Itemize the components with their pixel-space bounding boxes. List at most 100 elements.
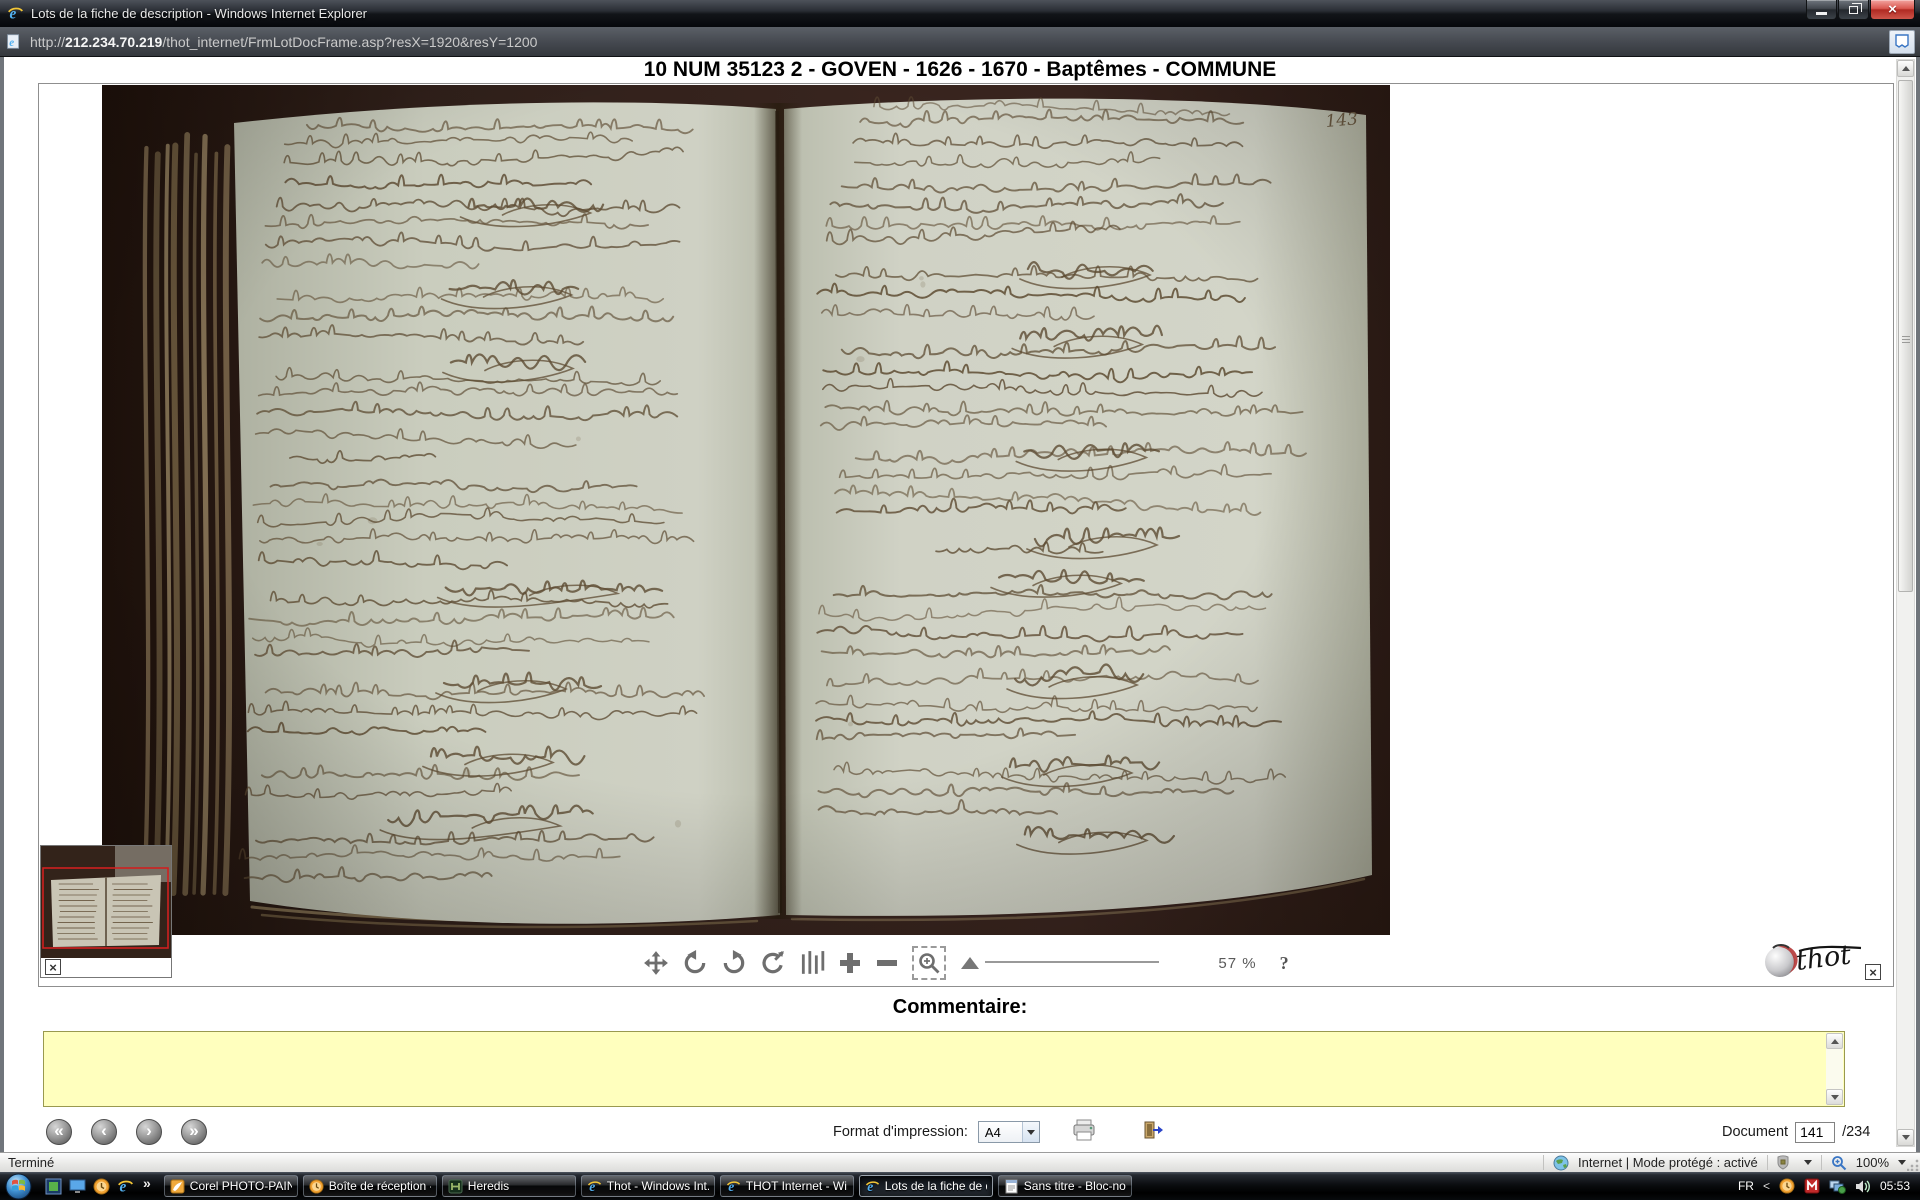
restore-button[interactable] xyxy=(1838,0,1869,20)
taskbar-item-corel[interactable]: Corel PHOTO-PAIN... xyxy=(163,1175,298,1197)
taskbar-item-label: Heredis xyxy=(467,1179,510,1193)
close-button[interactable]: × xyxy=(1870,0,1915,20)
scrollbar-grip-icon xyxy=(1902,336,1910,344)
taskbar-item-heredis[interactable]: Heredis xyxy=(441,1175,576,1197)
thumbnail-close-button[interactable]: × xyxy=(45,959,61,975)
scroll-down-button[interactable] xyxy=(1897,1129,1914,1146)
taskbar-item-thot[interactable]: e Thot - Windows Int... xyxy=(580,1175,715,1197)
window-border-right xyxy=(1916,57,1920,1152)
scroll-up-button[interactable] xyxy=(1897,60,1914,77)
zoom-in-icon xyxy=(840,953,861,973)
page-title: 10 NUM 35123 2 - GOVEN - 1626 - 1670 - B… xyxy=(643,58,1277,81)
internet-explorer-icon: e xyxy=(726,1179,740,1194)
next-document-button[interactable]: › xyxy=(136,1119,162,1145)
rotate-reset-button[interactable] xyxy=(760,950,786,976)
internet-explorer-icon[interactable]: e xyxy=(117,1178,134,1195)
notepad-icon xyxy=(1005,1179,1018,1193)
clock[interactable]: 05:53 xyxy=(1880,1179,1910,1193)
tray-clock-icon[interactable] xyxy=(1779,1178,1795,1194)
window-border-left xyxy=(0,57,4,1152)
internet-explorer-icon: e xyxy=(8,6,23,22)
printer-icon xyxy=(1073,1119,1095,1140)
chevron-down-icon[interactable] xyxy=(1898,1160,1906,1165)
print-format-select[interactable]: A4 xyxy=(977,1121,1040,1143)
quicklaunch-overflow-chevron[interactable]: » xyxy=(143,1175,151,1191)
internet-explorer-icon: e xyxy=(587,1179,601,1194)
last-document-button[interactable]: » xyxy=(181,1119,207,1145)
select-arrow[interactable] xyxy=(1021,1122,1039,1142)
first-document-button[interactable]: « xyxy=(46,1119,72,1145)
arrow-down-icon xyxy=(1830,1094,1839,1100)
status-text: Terminé xyxy=(8,1155,55,1170)
thot-logo-icon: thot xyxy=(1765,939,1862,977)
internet-explorer-icon: e xyxy=(865,1179,879,1194)
manuscript-photo[interactable]: 143 xyxy=(102,85,1390,935)
rotate-left-button[interactable] xyxy=(682,950,708,976)
scrollbar-thumb[interactable] xyxy=(1898,80,1913,592)
taskbar-item-inbox[interactable]: Boîte de réception - ... xyxy=(302,1175,437,1197)
security-icon[interactable] xyxy=(1777,1155,1795,1170)
adjust-levels-button[interactable] xyxy=(799,950,825,976)
outlook-quicklaunch-icon[interactable] xyxy=(93,1178,110,1195)
url-field[interactable]: http://212.234.70.219/thot_internet/FrmL… xyxy=(30,34,1881,50)
arrow-up-icon xyxy=(1901,66,1910,71)
volume-icon[interactable] xyxy=(1855,1179,1871,1194)
print-format-label: Format d'impression: xyxy=(833,1124,968,1140)
exit-button[interactable] xyxy=(1142,1120,1164,1145)
taskbar-item-notepad[interactable]: Sans titre - Bloc-notes xyxy=(997,1175,1132,1197)
minimize-button[interactable] xyxy=(1806,0,1837,20)
zoom-in-button[interactable] xyxy=(838,951,862,975)
document-label: Document xyxy=(1722,1124,1789,1140)
quicklaunch-app-icon[interactable] xyxy=(45,1178,62,1195)
taskbar-item-lots-active[interactable]: e Lots de la fiche de d... xyxy=(858,1175,993,1197)
zoom-out-button[interactable] xyxy=(875,951,899,975)
network-icon[interactable] xyxy=(1829,1179,1846,1194)
compatibility-view-button[interactable] xyxy=(1889,29,1915,54)
logo-close-button[interactable]: × xyxy=(1865,964,1881,980)
chevron-down-icon xyxy=(1026,1129,1035,1135)
taskbar-item-thot-internet[interactable]: e THOT Internet - Wi... xyxy=(719,1175,854,1197)
internet-zone-icon xyxy=(1553,1155,1569,1170)
zoom-select-button[interactable] xyxy=(912,946,947,980)
zoom-slider[interactable] xyxy=(959,954,1163,972)
photo-vignette xyxy=(102,85,1390,935)
rotate-right-icon xyxy=(724,950,745,974)
separator xyxy=(1820,1155,1822,1170)
zoom-out-icon xyxy=(877,960,898,966)
chevron-down-icon[interactable] xyxy=(1803,1160,1812,1165)
browser-zoom-icon xyxy=(1831,1155,1846,1170)
pan-button[interactable] xyxy=(643,950,669,976)
window-title: Lots de la fiche de description - Window… xyxy=(31,6,368,21)
system-tray: FR < 05:53 xyxy=(1738,1178,1920,1194)
url-protocol: http:// xyxy=(30,33,66,50)
previous-document-button[interactable]: ‹ xyxy=(91,1119,117,1145)
page-scrollbar[interactable] xyxy=(1896,59,1915,1147)
language-indicator[interactable]: FR xyxy=(1738,1179,1754,1193)
start-button[interactable] xyxy=(5,1173,32,1200)
adjust-levels-icon xyxy=(802,951,825,974)
tray-expand-chevron[interactable]: < xyxy=(1763,1179,1770,1193)
close-icon: × xyxy=(1888,1,1897,18)
quick-launch: e xyxy=(45,1178,134,1195)
browser-zoom-level[interactable]: 100% xyxy=(1856,1155,1889,1170)
rotate-right-button[interactable] xyxy=(721,950,747,976)
broken-page-icon xyxy=(1895,33,1909,48)
magnifier-icon xyxy=(919,953,940,974)
print-button[interactable] xyxy=(1072,1119,1096,1146)
restore-icon xyxy=(1849,2,1862,14)
taskbar-item-label: THOT Internet - Wi... xyxy=(745,1179,848,1193)
viewer-toolbar: 57 % ? xyxy=(40,940,1892,986)
thumbnail-navigator[interactable]: × xyxy=(40,845,172,978)
comment-scroll-down-button[interactable] xyxy=(1826,1089,1843,1105)
help-button[interactable]: ? xyxy=(1280,953,1289,974)
show-desktop-icon[interactable] xyxy=(69,1179,86,1194)
document-number-input[interactable] xyxy=(1795,1121,1836,1143)
svg-text:e: e xyxy=(728,1179,734,1194)
mcafee-icon[interactable] xyxy=(1804,1178,1820,1194)
zoom-level: 57 % xyxy=(1218,954,1257,972)
comment-scroll-up-button[interactable] xyxy=(1826,1033,1843,1049)
comment-scrollbar[interactable] xyxy=(1826,1033,1843,1105)
comment-input[interactable] xyxy=(47,1035,1823,1103)
arrow-down-icon xyxy=(1901,1135,1910,1140)
viewer-frame: 143 xyxy=(38,83,1894,987)
